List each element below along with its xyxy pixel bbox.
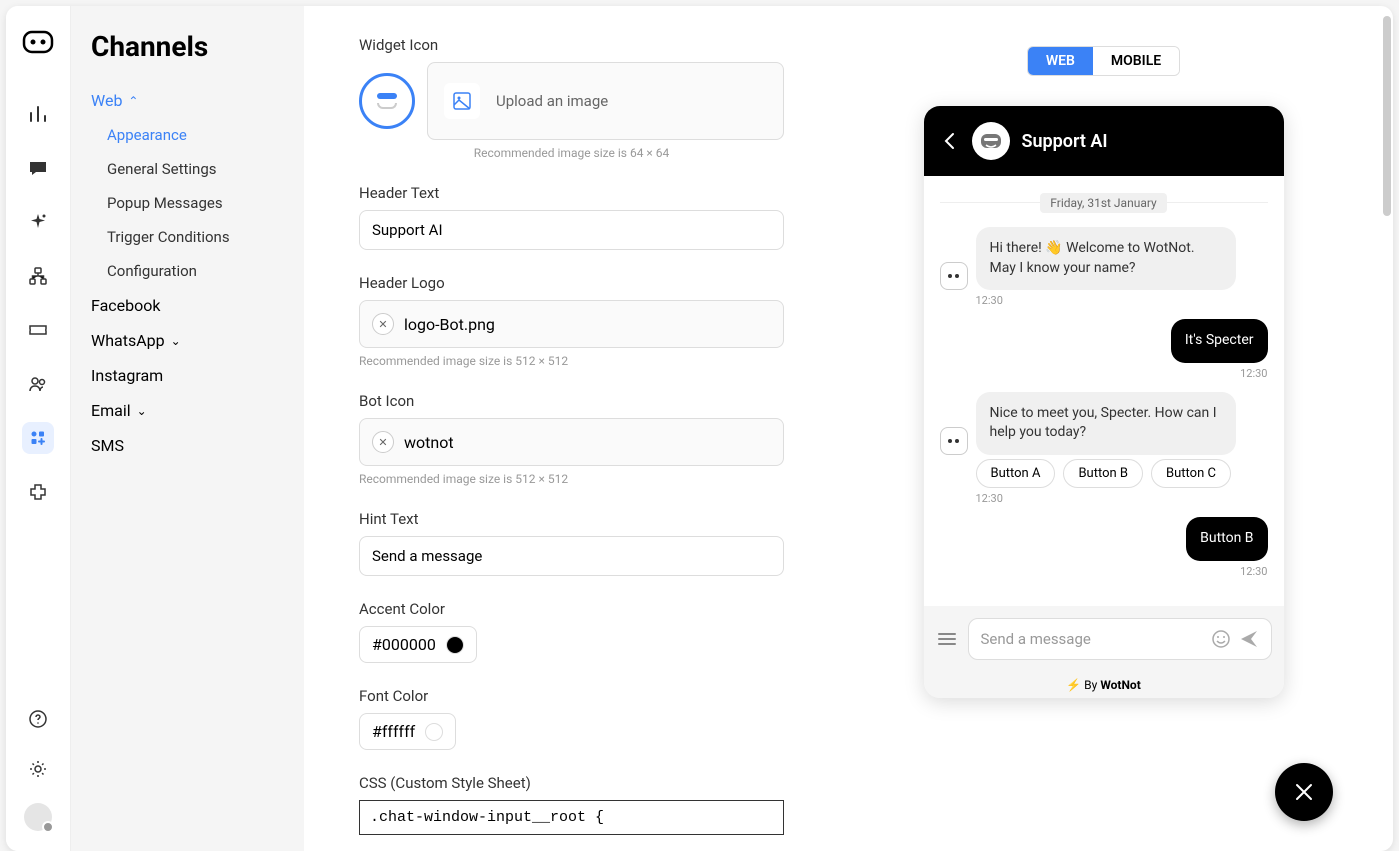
menu-icon[interactable] [936, 628, 958, 650]
chevron-down-icon: ⌄ [171, 334, 181, 348]
hint-text-label: Hint Text [359, 510, 784, 528]
tab-web[interactable]: WEB [1028, 47, 1093, 75]
apps-icon[interactable] [22, 422, 54, 454]
plugin-icon[interactable] [22, 476, 54, 508]
menu-web[interactable]: Web ⌃ [91, 83, 284, 118]
css-label: CSS (Custom Style Sheet) [359, 774, 784, 792]
submenu-popup-messages[interactable]: Popup Messages [107, 186, 284, 220]
timestamp-2: 12:30 [940, 367, 1268, 380]
header-text-label: Header Text [359, 184, 784, 202]
hint-text-input[interactable] [359, 536, 784, 576]
bot-message-1: Hi there! 👋 Welcome to WotNot. May I kno… [976, 227, 1236, 290]
menu-sms[interactable]: SMS [91, 428, 284, 463]
bot-avatar-icon [940, 427, 968, 455]
submenu-configuration[interactable]: Configuration [107, 254, 284, 288]
send-icon[interactable] [1239, 629, 1259, 649]
chat-body: Friday, 31st January Hi there! 👋 Welcome… [924, 176, 1284, 606]
preview-tabs: WEB MOBILE [1027, 46, 1180, 76]
menu-facebook[interactable]: Facebook [91, 288, 284, 323]
preview-panel: WEB MOBILE Support AI Friday, 31st Janua… [834, 6, 1393, 851]
header-logo-file: ✕ logo-Bot.png [359, 300, 784, 348]
date-divider: Friday, 31st January [940, 192, 1268, 211]
timestamp-4: 12:30 [940, 565, 1268, 578]
header-logo-label: Header Logo [359, 274, 784, 292]
timestamp-1: 12:30 [976, 294, 1268, 307]
css-input[interactable] [359, 800, 784, 835]
submenu-trigger-conditions[interactable]: Trigger Conditions [107, 220, 284, 254]
help-icon[interactable] [22, 703, 54, 735]
emoji-icon[interactable] [1211, 629, 1231, 649]
accent-color-label: Accent Color [359, 600, 784, 618]
bot-message-2: Nice to meet you, Specter. How can I hel… [976, 392, 1236, 455]
remove-header-logo[interactable]: ✕ [372, 313, 394, 335]
header-avatar [972, 122, 1010, 160]
option-button-a[interactable]: Button A [976, 459, 1056, 488]
form-panel: Widget Icon Upload an image Recommended … [304, 6, 834, 851]
submenu-general-settings[interactable]: General Settings [107, 152, 284, 186]
user-avatar[interactable] [24, 803, 52, 831]
sidebar-title: Channels [71, 30, 304, 83]
back-icon[interactable] [940, 131, 960, 151]
lightning-icon: ⚡ [1066, 678, 1081, 692]
user-message-2: Button B [1186, 517, 1267, 561]
menu-instagram[interactable]: Instagram [91, 358, 284, 393]
option-button-c[interactable]: Button C [1151, 459, 1231, 488]
bot-icon-hint: Recommended image size is 512 × 512 [359, 472, 784, 486]
timestamp-3: 12:30 [976, 492, 1268, 505]
powered-by: ⚡ By WotNot [924, 672, 1284, 698]
chevron-up-icon: ⌃ [128, 94, 138, 108]
chat-input-bar: Send a message [924, 606, 1284, 672]
app-logo [22, 26, 54, 58]
widget-icon-hint: Recommended image size is 64 × 64 [359, 146, 784, 160]
sidebar: Channels Web ⌃ Appearance General Settin… [71, 6, 304, 851]
sparkle-icon[interactable] [22, 206, 54, 238]
accent-color-swatch [446, 636, 464, 654]
widget-icon-label: Widget Icon [359, 36, 784, 54]
ticket-icon[interactable] [22, 314, 54, 346]
font-color-input[interactable]: #ffffff [359, 713, 456, 750]
scrollbar[interactable] [1383, 16, 1391, 841]
upload-widget-icon[interactable]: Upload an image [427, 62, 784, 140]
icon-rail [6, 6, 71, 851]
tab-mobile[interactable]: MOBILE [1093, 47, 1179, 75]
analytics-icon[interactable] [22, 98, 54, 130]
org-icon[interactable] [22, 260, 54, 292]
remove-bot-icon[interactable]: ✕ [372, 431, 394, 453]
option-button-b[interactable]: Button B [1063, 459, 1143, 488]
accent-color-input[interactable]: #000000 [359, 626, 477, 663]
people-icon[interactable] [22, 368, 54, 400]
header-text-input[interactable] [359, 210, 784, 250]
chat-header-title: Support AI [1022, 131, 1108, 152]
image-icon [444, 83, 480, 119]
menu-email[interactable]: Email ⌄ [91, 393, 284, 428]
header-logo-hint: Recommended image size is 512 × 512 [359, 354, 784, 368]
submenu-appearance[interactable]: Appearance [107, 118, 284, 152]
close-fab[interactable] [1275, 763, 1333, 821]
chat-header: Support AI [924, 106, 1284, 176]
chat-icon[interactable] [22, 152, 54, 184]
font-color-swatch [425, 723, 443, 741]
bot-icon-file: ✕ wotnot [359, 418, 784, 466]
chevron-down-icon: ⌄ [137, 404, 147, 418]
bot-avatar-icon [940, 262, 968, 290]
settings-icon[interactable] [22, 753, 54, 785]
bot-icon-label: Bot Icon [359, 392, 784, 410]
user-message-1: It's Specter [1171, 319, 1268, 363]
chat-widget: Support AI Friday, 31st January Hi there… [924, 106, 1284, 698]
chat-input[interactable]: Send a message [968, 618, 1272, 660]
widget-icon-preview [359, 73, 415, 129]
font-color-label: Font Color [359, 687, 784, 705]
menu-whatsapp[interactable]: WhatsApp ⌄ [91, 323, 284, 358]
